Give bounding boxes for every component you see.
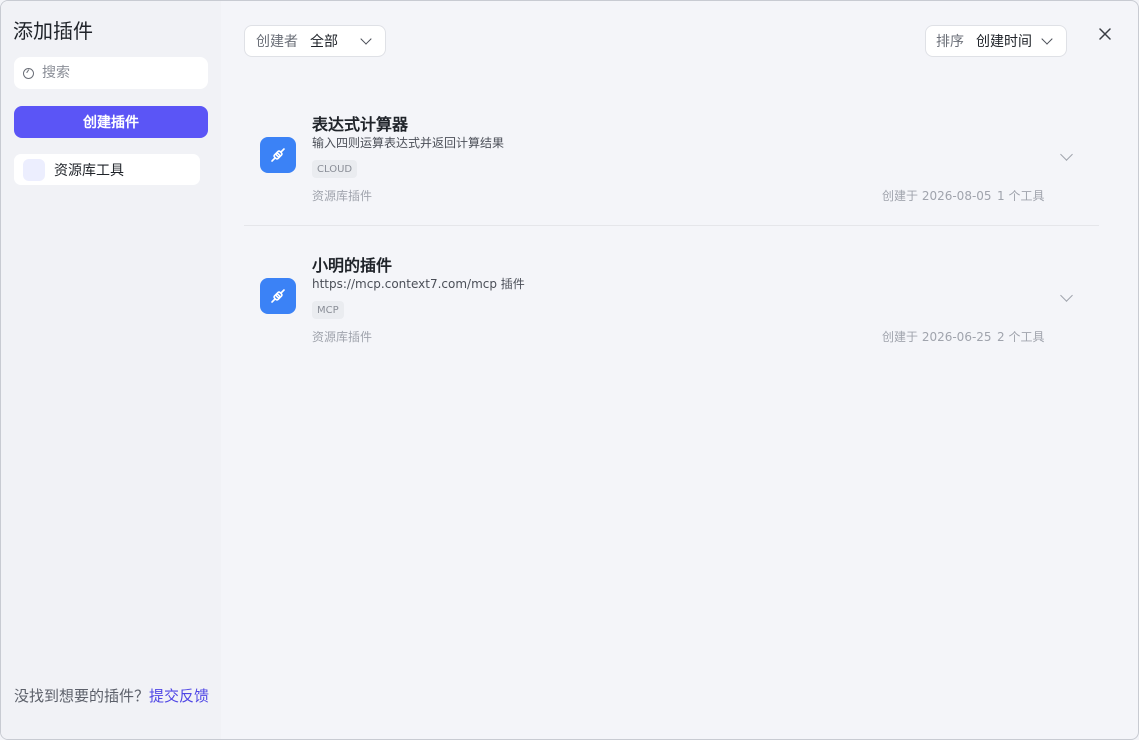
plugin-icon [260, 278, 296, 314]
close-button[interactable] [1095, 24, 1115, 44]
search-input[interactable] [40, 64, 194, 82]
sort-value: 创建时间 [976, 34, 1032, 50]
plugin-card[interactable]: 表达式计算器 输入四则运算表达式并返回计算结果 CLOUD 资源库插件 创建于 … [244, 95, 1099, 225]
expand-chevron-icon[interactable] [1060, 148, 1073, 161]
creator-filter-value: 全部 [310, 34, 338, 50]
creator-filter-label: 创建者 [256, 34, 298, 50]
plugin-description: https://mcp.context7.com/mcp 插件 [312, 277, 525, 291]
add-plugin-dialog: 添加插件 创建插件 资源库工具 没找到想要的插件？提交反馈 创建者 全部 排序 … [0, 0, 1139, 740]
plugin-tag: MCP [312, 301, 344, 319]
sort-label: 排序 [936, 34, 964, 50]
sidebar-item-library-tools[interactable]: 资源库工具 [14, 154, 200, 185]
plugin-tool-count: 2 个工具 [997, 330, 1045, 344]
close-icon [1099, 28, 1111, 40]
library-tools-icon [23, 158, 45, 181]
plugin-icon [260, 137, 296, 173]
feedback-prompt: 没找到想要的插件？提交反馈 [14, 685, 214, 708]
plugin-card[interactable]: 小明的插件 https://mcp.context7.com/mcp 插件 MC… [244, 236, 1099, 366]
feedback-text: 没找到想要的插件？ [14, 687, 150, 705]
plugin-tool-count: 1 个工具 [997, 189, 1045, 203]
plugin-created-date: 创建于 2026-06-25 [882, 330, 992, 344]
expand-chevron-icon[interactable] [1060, 289, 1073, 302]
plugin-created-date: 创建于 2026-08-05 [882, 189, 992, 203]
sidebar: 添加插件 创建插件 资源库工具 没找到想要的插件？提交反馈 [1, 1, 221, 739]
plugin-source: 资源库插件 [312, 189, 373, 203]
submit-feedback-link[interactable]: 提交反馈 [149, 687, 209, 705]
chevron-down-icon [1041, 33, 1053, 45]
search-icon [23, 67, 34, 79]
plugin-name: 小明的插件 [312, 256, 393, 275]
plugin-name: 表达式计算器 [312, 115, 409, 134]
plugin-description: 输入四则运算表达式并返回计算结果 [312, 136, 505, 150]
creator-filter-dropdown[interactable]: 创建者 全部 [244, 25, 386, 57]
create-plugin-button[interactable]: 创建插件 [14, 106, 208, 138]
plugin-tag: CLOUD [312, 160, 358, 178]
sort-dropdown[interactable]: 排序 创建时间 [925, 25, 1067, 57]
plug-icon [271, 289, 285, 303]
divider [244, 225, 1099, 226]
dialog-title: 添加插件 [13, 19, 93, 43]
plugin-source: 资源库插件 [312, 330, 373, 344]
sidebar-item-label: 资源库工具 [54, 162, 124, 179]
chevron-down-icon [360, 33, 372, 45]
plug-icon [271, 148, 285, 162]
